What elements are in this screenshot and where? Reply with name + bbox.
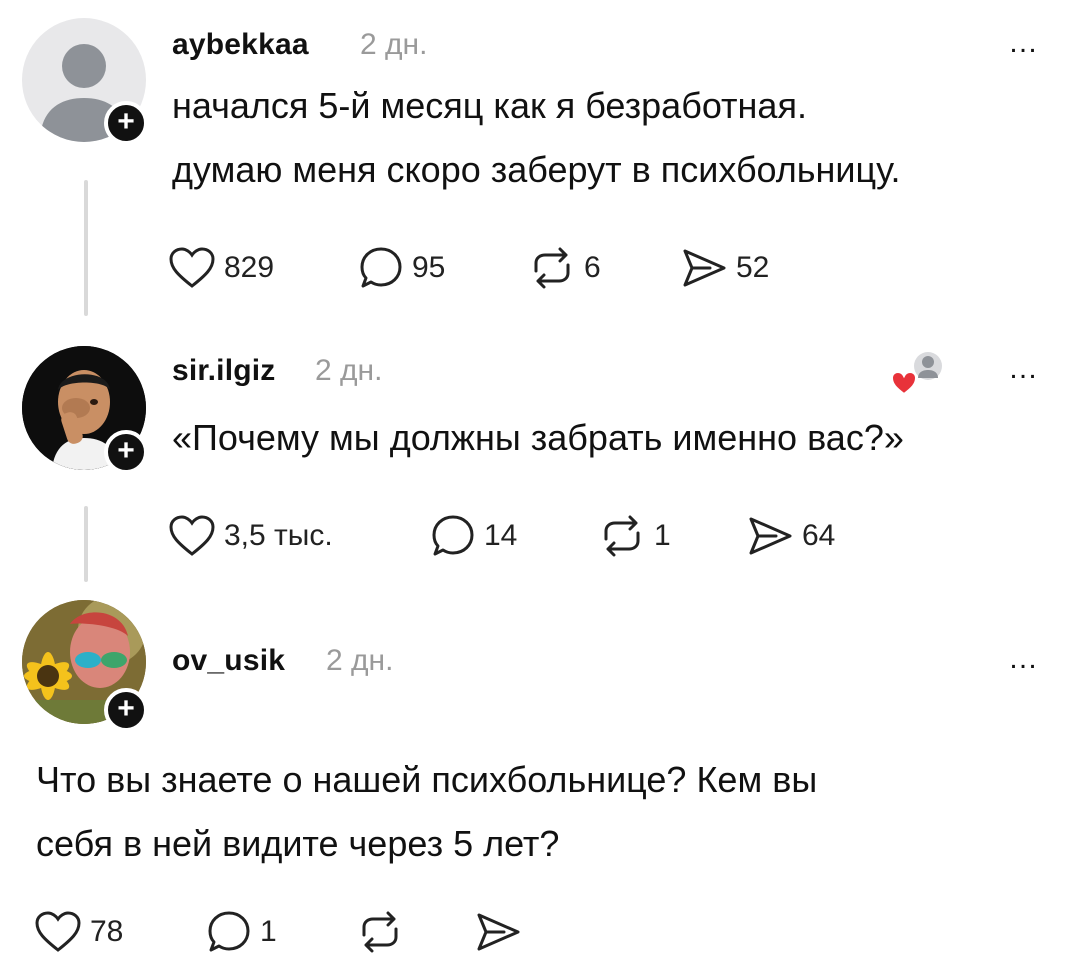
heart-icon bbox=[169, 247, 215, 288]
post-text-line: «Почему мы должны забрать именно вас?» bbox=[172, 417, 904, 458]
more-options-button[interactable]: … bbox=[1008, 26, 1040, 60]
repost-icon bbox=[604, 515, 640, 557]
send-icon bbox=[477, 913, 520, 951]
share-count: 52 bbox=[736, 251, 770, 284]
share-button[interactable] bbox=[474, 908, 530, 956]
timestamp: 2 дн. bbox=[315, 354, 383, 387]
send-icon bbox=[683, 249, 726, 287]
post-sir-ilgiz: + sir.ilgiz 2 дн. … «Почему мы должны за… bbox=[0, 330, 1080, 590]
heart-icon bbox=[169, 515, 215, 556]
repost-button[interactable] bbox=[356, 908, 412, 956]
post-text-line: Что вы знаете о нашей психбольнице? Кем … bbox=[36, 759, 818, 800]
liked-by-author-badge bbox=[890, 348, 946, 398]
repost-icon bbox=[362, 911, 398, 953]
thread-line bbox=[84, 180, 88, 316]
username[interactable]: sir.ilgiz bbox=[172, 354, 276, 388]
post-text: «Почему мы должны забрать именно вас?» bbox=[172, 406, 1052, 470]
author-liked-icon bbox=[890, 352, 942, 396]
more-options-button[interactable]: … bbox=[1008, 642, 1040, 676]
follow-button[interactable]: + bbox=[104, 688, 148, 732]
post-text: Что вы знаете о нашей психбольнице? Кем … bbox=[36, 748, 1036, 876]
share-count: 64 bbox=[802, 519, 836, 552]
reply-button[interactable]: 14 bbox=[430, 512, 517, 560]
timestamp: 2 дн. bbox=[326, 644, 394, 677]
repost-button[interactable]: 6 bbox=[528, 244, 601, 292]
reply-count: 14 bbox=[484, 519, 518, 552]
repost-count: 6 bbox=[584, 251, 601, 284]
repost-icon bbox=[534, 247, 570, 289]
thread-line bbox=[84, 506, 88, 582]
like-button[interactable]: 78 bbox=[34, 908, 123, 956]
share-button[interactable]: 64 bbox=[746, 512, 835, 560]
like-count: 3,5 тыс. bbox=[224, 519, 333, 552]
reply-button[interactable]: 95 bbox=[358, 244, 445, 292]
username[interactable]: ov_usik bbox=[172, 644, 285, 678]
repost-button[interactable]: 1 bbox=[598, 512, 671, 560]
reply-count: 95 bbox=[412, 251, 446, 284]
like-button[interactable]: 829 bbox=[168, 244, 274, 292]
post-text-line: думаю меня скоро заберут в психбольницу. bbox=[172, 149, 901, 190]
reply-button[interactable]: 1 bbox=[206, 908, 277, 956]
comment-icon bbox=[208, 911, 250, 952]
heart-icon bbox=[35, 911, 81, 952]
post-text: начался 5-й месяц как я безработная. дум… bbox=[172, 74, 1052, 202]
more-options-button[interactable]: … bbox=[1008, 352, 1040, 386]
follow-button[interactable]: + bbox=[104, 101, 148, 145]
like-count: 829 bbox=[224, 251, 275, 284]
like-button[interactable]: 3,5 тыс. bbox=[168, 512, 333, 560]
action-bar: 78 1 bbox=[34, 908, 554, 956]
reply-count: 1 bbox=[260, 915, 277, 948]
send-icon bbox=[749, 517, 792, 555]
share-button[interactable]: 52 bbox=[680, 244, 769, 292]
like-count: 78 bbox=[90, 915, 124, 948]
comment-icon bbox=[360, 247, 402, 288]
action-bar: 829 95 6 52 bbox=[168, 244, 868, 292]
repost-count: 1 bbox=[654, 519, 671, 552]
post-ov-usik: + ov_usik 2 дн. … Что вы знаете о нашей … bbox=[0, 590, 1080, 979]
post-text-line: начался 5-й месяц как я безработная. bbox=[172, 85, 807, 126]
comment-icon bbox=[432, 515, 474, 556]
timestamp: 2 дн. bbox=[360, 28, 428, 61]
follow-button[interactable]: + bbox=[104, 430, 148, 474]
post-text-line: себя в ней видите через 5 лет? bbox=[36, 823, 560, 864]
post-aybekkaa: + aybekkaa 2 дн. … начался 5-й месяц как… bbox=[0, 0, 1080, 330]
username[interactable]: aybekkaa bbox=[172, 28, 309, 62]
action-bar: 3,5 тыс. 14 1 64 bbox=[168, 512, 888, 560]
